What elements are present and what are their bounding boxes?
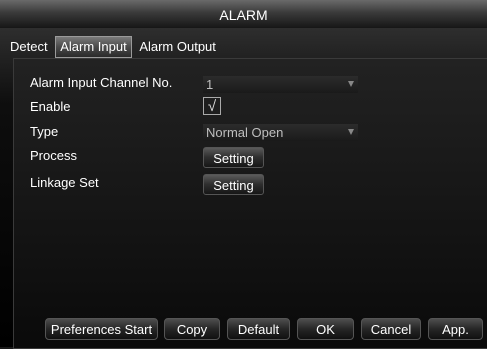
enable-label: Enable [30,99,71,114]
chevron-down-icon [348,129,354,135]
alarm-window: ALARM Detect Alarm Input Alarm Output Al… [0,0,487,349]
default-button[interactable]: Default [227,318,290,340]
window-title: ALARM [0,0,487,28]
channel-label: Alarm Input Channel No. [30,75,173,90]
settings-panel [13,58,487,349]
ok-button[interactable]: OK [297,318,354,340]
channel-select[interactable]: 1 [203,76,358,93]
tab-bar: Detect Alarm Input Alarm Output [6,36,220,58]
check-icon: √ [207,98,217,115]
process-label: Process [30,148,77,163]
type-label: Type [30,124,59,139]
cancel-button[interactable]: Cancel [361,318,421,340]
linkage-setting-button[interactable]: Setting [203,174,264,195]
process-setting-button[interactable]: Setting [203,147,264,168]
tab-alarm-input[interactable]: Alarm Input [55,36,132,58]
chevron-down-icon [348,81,354,87]
enable-checkbox[interactable]: √ [203,97,221,115]
type-select[interactable]: Normal Open [203,124,358,141]
apply-button[interactable]: App. [428,318,483,340]
copy-button[interactable]: Copy [164,318,220,340]
linkage-label: Linkage Set [30,175,99,190]
type-value: Normal Open [206,125,284,140]
channel-value: 1 [206,77,214,92]
preferences-start-button[interactable]: Preferences Start [45,318,158,340]
tab-detect[interactable]: Detect [6,37,52,57]
tab-alarm-output[interactable]: Alarm Output [135,37,220,57]
